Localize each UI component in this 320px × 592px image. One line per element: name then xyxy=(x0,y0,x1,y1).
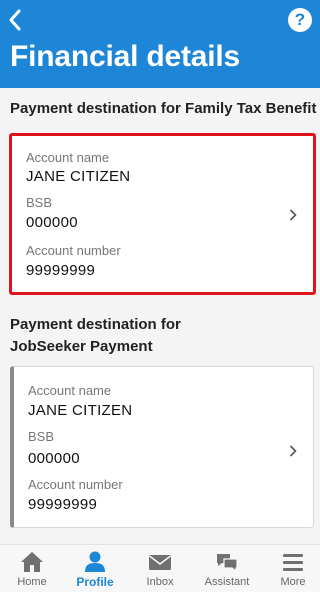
chevron-right-icon xyxy=(289,445,297,457)
help-icon[interactable]: ? xyxy=(288,8,312,32)
nav-label-profile: Profile xyxy=(76,575,114,589)
section-title-family-tax-benefit: Payment destination for Family Tax Benef… xyxy=(10,100,317,117)
nav-item-profile[interactable]: Profile xyxy=(63,545,127,592)
nav-item-home[interactable]: Home xyxy=(0,545,64,592)
nav-item-inbox[interactable]: Inbox xyxy=(128,545,192,592)
bottom-nav: Home Profile Inbox Assistant More xyxy=(0,544,320,592)
nav-label-more: More xyxy=(280,576,306,588)
bsb-value: 000000 xyxy=(26,214,78,231)
assistant-icon xyxy=(217,554,238,573)
bsb-value: 000000 xyxy=(28,450,80,467)
nav-label-home: Home xyxy=(17,576,47,588)
section-title-jobseeker-line2: JobSeeker Payment xyxy=(10,338,153,355)
account-name-label: Account name xyxy=(28,383,112,398)
back-icon[interactable] xyxy=(4,6,28,34)
account-number-label: Account number xyxy=(28,477,123,492)
account-number-value: 99999999 xyxy=(28,496,98,513)
nav-item-more[interactable]: More xyxy=(261,545,320,592)
section-title-jobseeker-line1: Payment destination for xyxy=(10,316,181,333)
account-name-value: JANE CITIZEN xyxy=(28,402,133,419)
bsb-label: BSB xyxy=(26,195,53,210)
page-title: Financial details xyxy=(10,40,241,73)
nav-label-assistant: Assistant xyxy=(204,576,250,588)
profile-icon xyxy=(85,551,105,572)
bsb-label: BSB xyxy=(28,429,55,444)
payment-destination-card-ftb[interactable]: Account name JANE CITIZEN BSB 000000 Acc… xyxy=(9,133,316,295)
menu-icon xyxy=(283,554,303,571)
payment-destination-card-jobseeker[interactable]: Account name JANE CITIZEN BSB 000000 Acc… xyxy=(10,366,314,528)
account-number-value: 99999999 xyxy=(26,262,96,279)
content-area: Payment destination for Family Tax Benef… xyxy=(0,88,320,544)
app-header: ? Financial details xyxy=(0,0,320,88)
home-icon xyxy=(21,552,43,572)
inbox-icon xyxy=(149,555,171,570)
chevron-right-icon xyxy=(289,209,297,221)
nav-label-inbox: Inbox xyxy=(146,576,174,588)
account-name-label: Account name xyxy=(26,150,110,165)
account-name-value: JANE CITIZEN xyxy=(26,168,131,185)
nav-item-assistant[interactable]: Assistant xyxy=(195,545,259,592)
account-number-label: Account number xyxy=(26,243,121,258)
